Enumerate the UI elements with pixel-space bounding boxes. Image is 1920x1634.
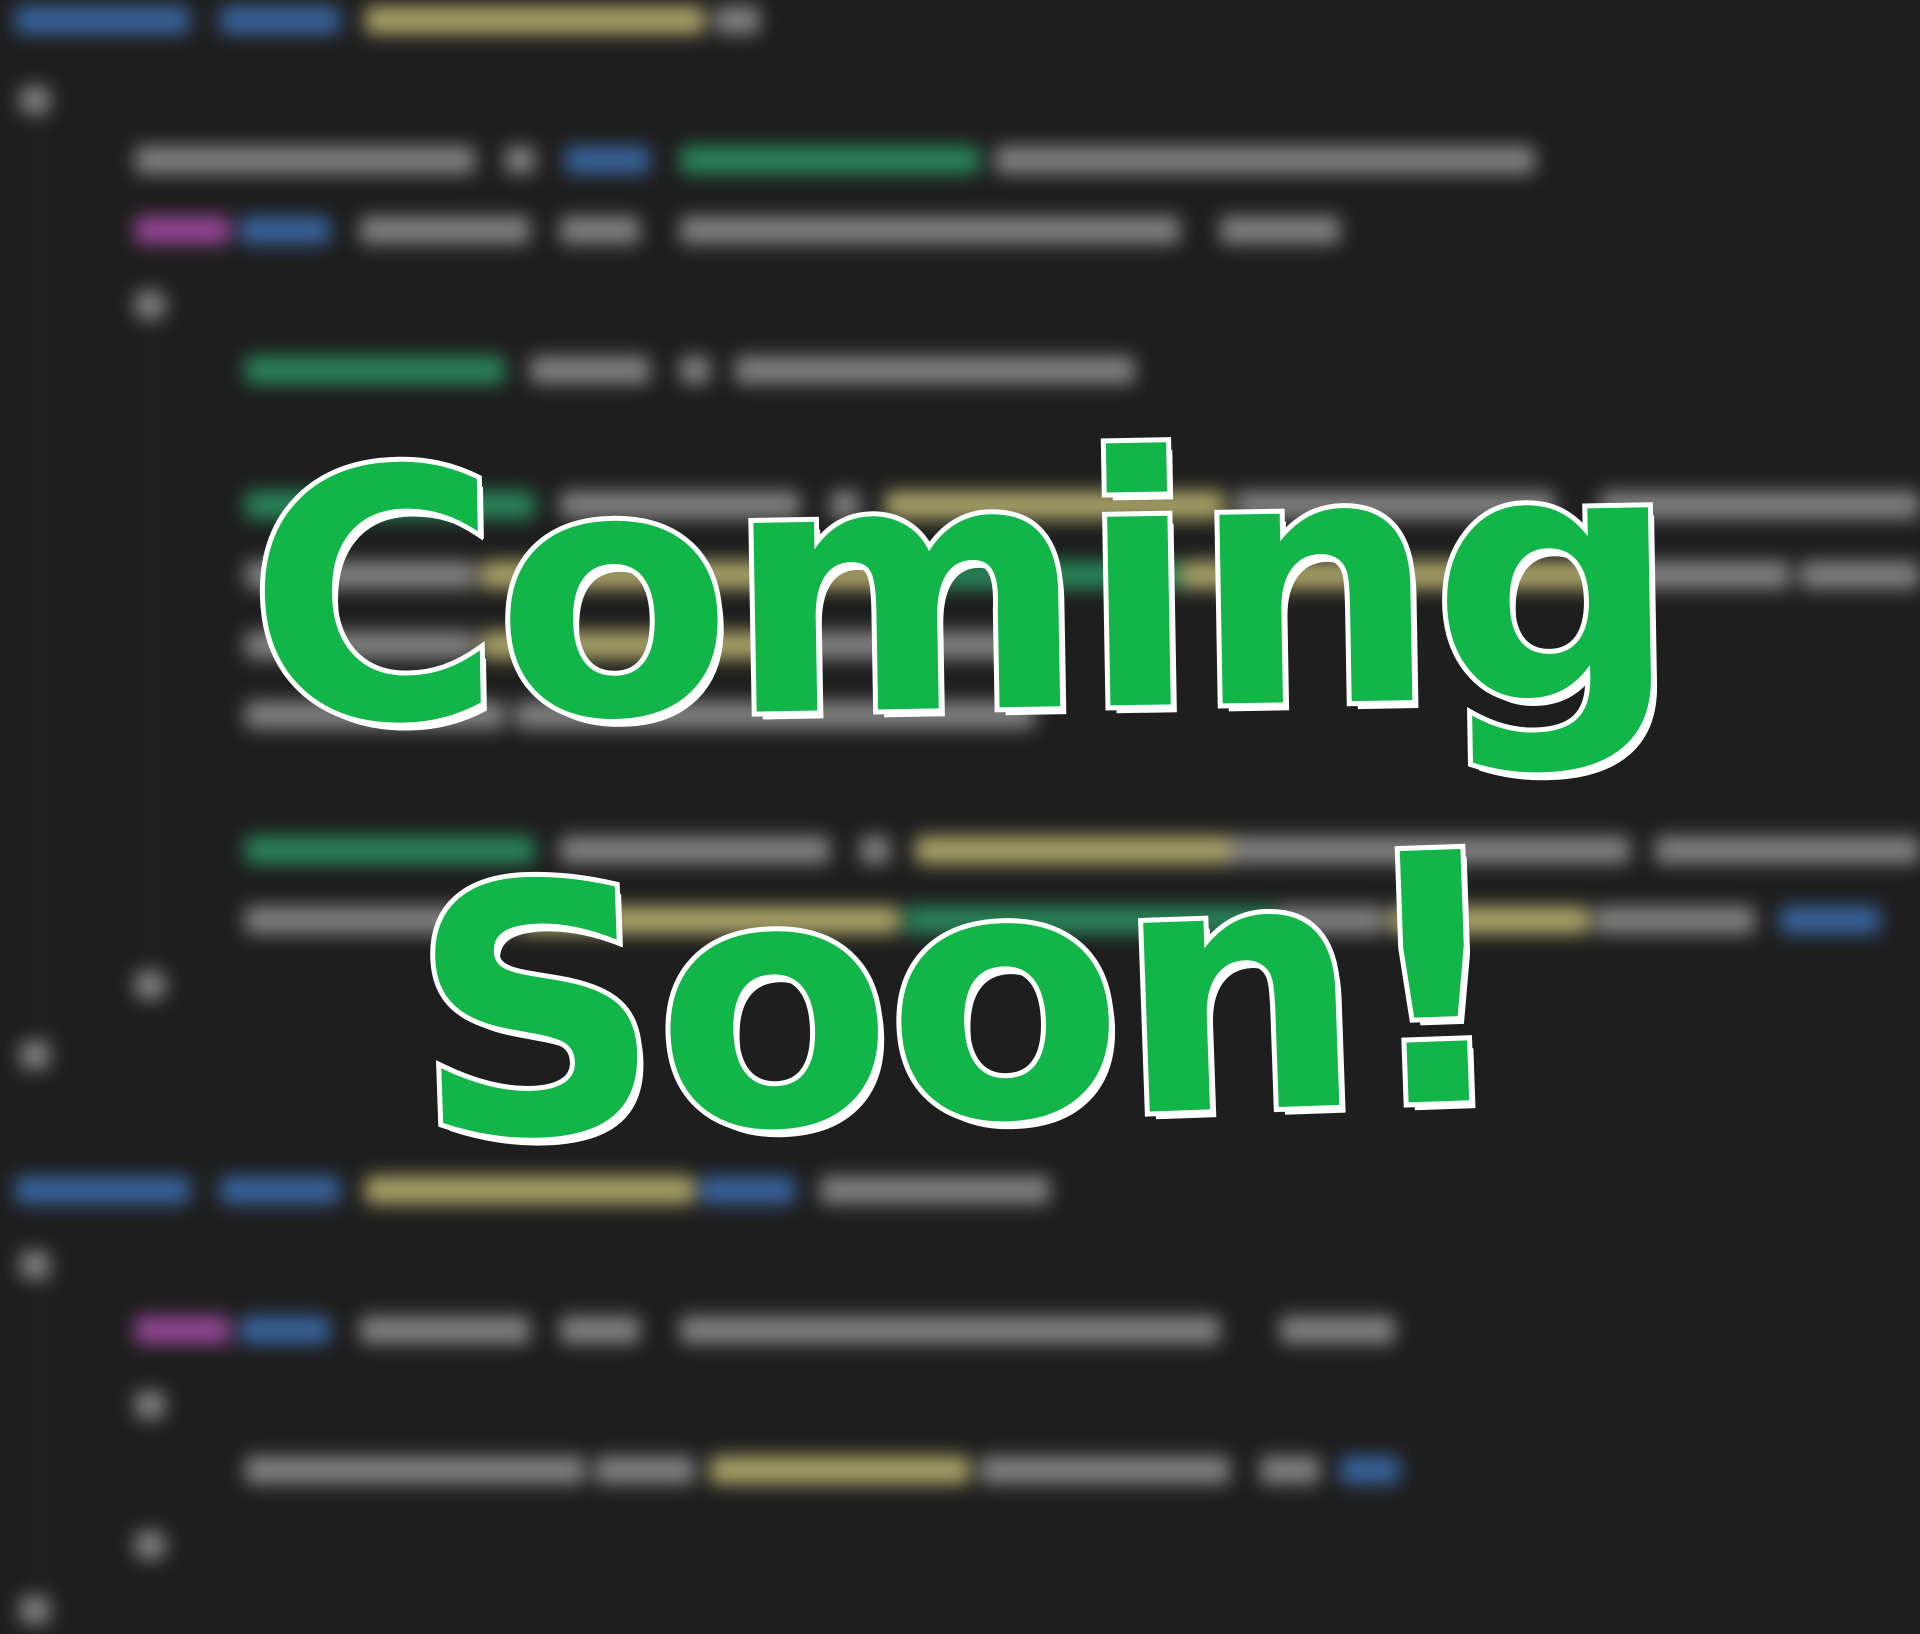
code-token <box>360 216 530 244</box>
code-token <box>20 86 50 114</box>
code-line <box>0 1310 1920 1350</box>
code-token <box>135 146 475 174</box>
code-token <box>710 1456 970 1484</box>
code-token <box>240 216 330 244</box>
code-token <box>360 1316 530 1344</box>
coming-soon-headline: Coming Soon! <box>0 372 1920 1224</box>
code-token <box>505 146 535 174</box>
code-line <box>0 80 100 120</box>
code-token <box>1280 1316 1395 1344</box>
code-token <box>560 216 640 244</box>
code-token <box>680 146 980 174</box>
code-line <box>0 1590 100 1630</box>
code-token <box>220 6 340 34</box>
code-token <box>680 1316 1220 1344</box>
coming-soon-banner: Coming Soon! <box>0 0 1920 1634</box>
code-token <box>1260 1456 1320 1484</box>
code-token <box>565 146 650 174</box>
headline-line-soon: Soon! <box>401 775 1520 1224</box>
code-line <box>0 1450 1920 1490</box>
code-line <box>0 140 1920 180</box>
code-line <box>0 1245 100 1285</box>
code-token <box>560 1316 640 1344</box>
code-line <box>0 210 1920 250</box>
code-token <box>20 1596 50 1624</box>
code-token <box>240 1316 330 1344</box>
code-token <box>245 1456 585 1484</box>
headline-line-coming: Coming <box>239 372 1680 808</box>
code-line <box>0 1385 200 1425</box>
code-token <box>1340 1456 1400 1484</box>
code-token <box>135 1391 165 1419</box>
code-token <box>15 6 190 34</box>
code-token <box>135 216 230 244</box>
code-token <box>365 6 705 34</box>
code-line <box>0 0 1920 40</box>
code-token <box>135 1531 165 1559</box>
code-token <box>1220 216 1340 244</box>
code-token <box>980 1456 1230 1484</box>
code-token <box>135 291 165 319</box>
code-token <box>20 1251 50 1279</box>
code-token <box>135 1316 230 1344</box>
code-line <box>0 1525 200 1565</box>
code-token <box>595 1456 695 1484</box>
code-token <box>680 216 1180 244</box>
code-token <box>995 146 1535 174</box>
code-token <box>715 6 760 34</box>
code-line <box>0 285 200 325</box>
